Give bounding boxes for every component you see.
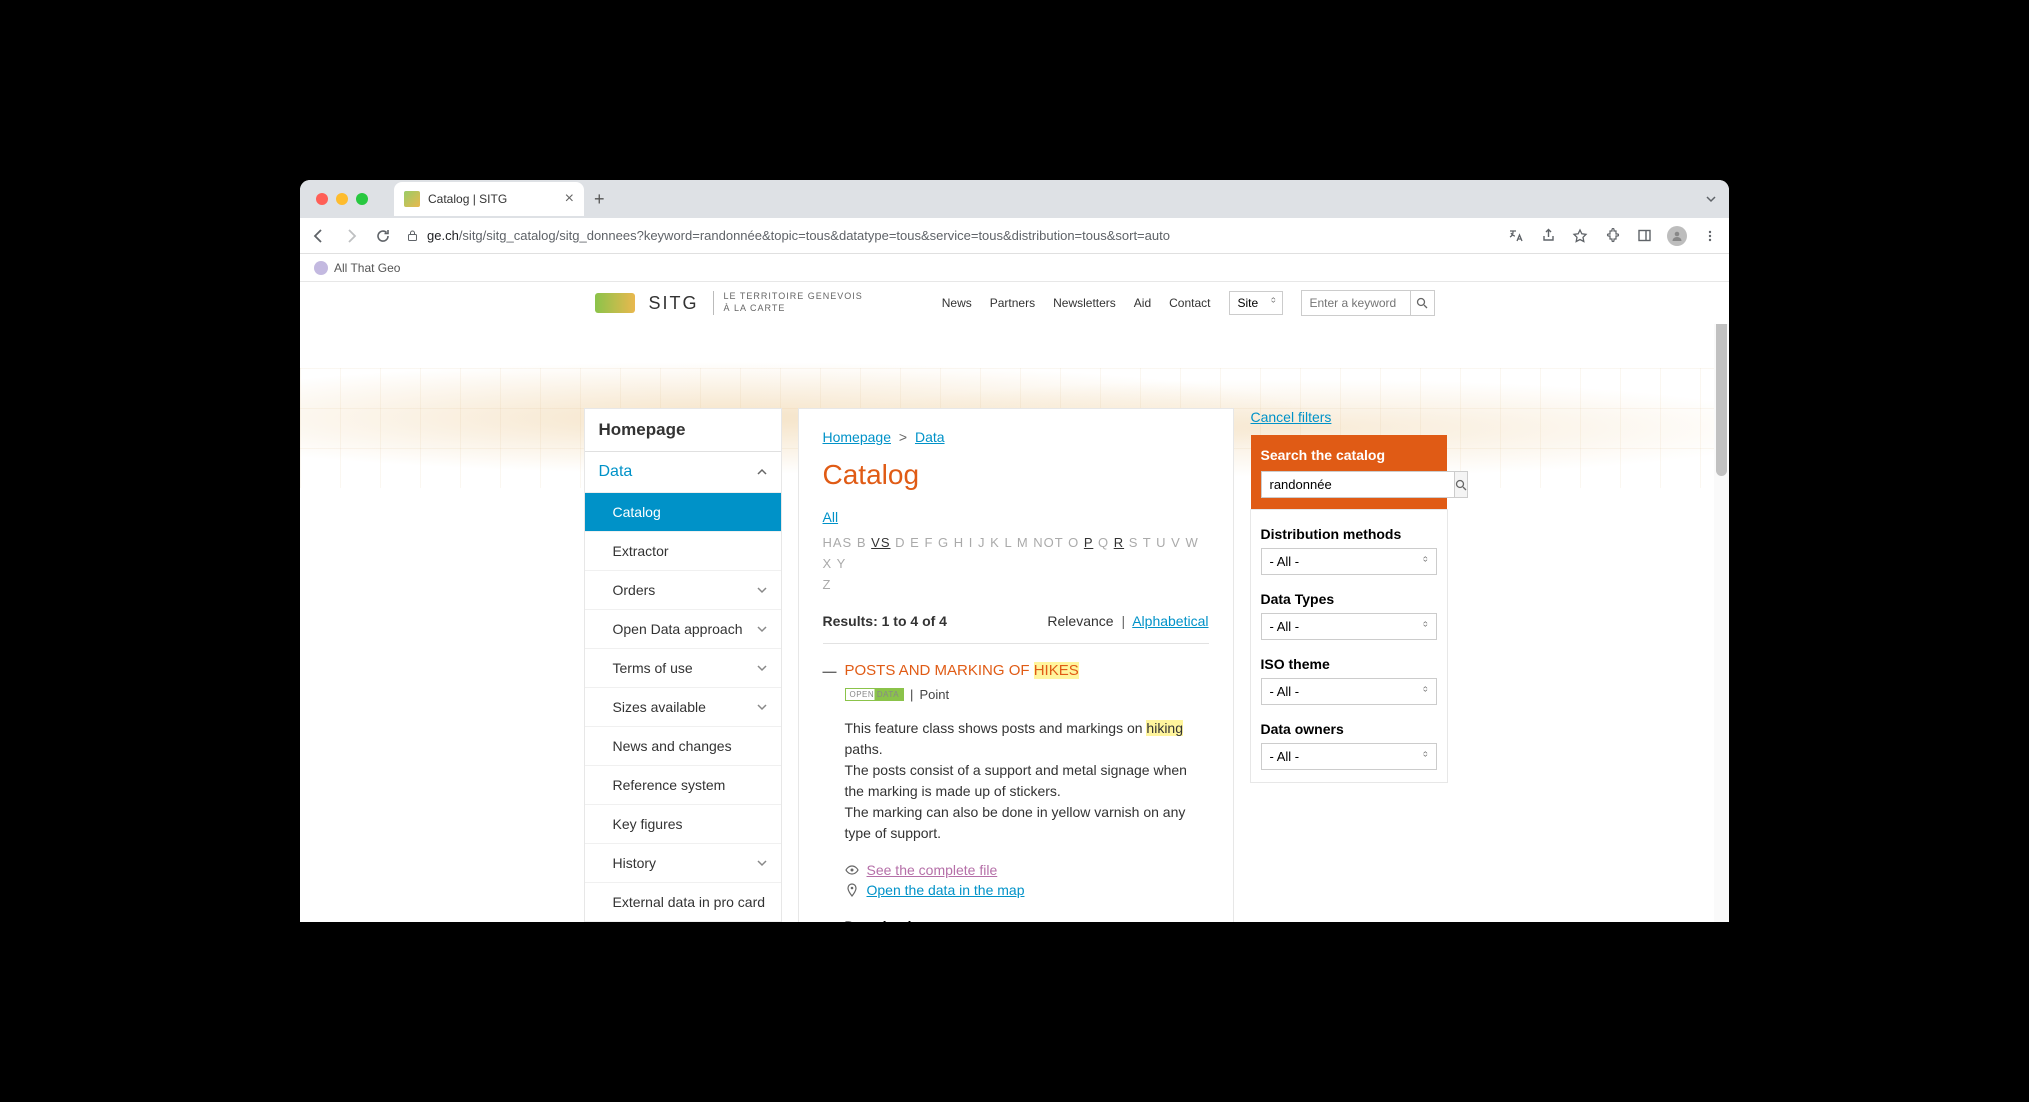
entry-description: This feature class shows posts and marki… xyxy=(845,718,1209,844)
sidepanel-icon[interactable] xyxy=(1635,227,1653,245)
breadcrumb-current[interactable]: Data xyxy=(915,429,945,445)
sidebar-item-reference[interactable]: Reference system xyxy=(585,766,781,805)
cancel-filters[interactable]: Cancel filters xyxy=(1251,409,1447,425)
link-open-map[interactable]: Open the data in the map xyxy=(867,882,1025,898)
opendata-badge: OPEN DATA xyxy=(845,688,905,701)
header-search-input[interactable] xyxy=(1301,290,1411,316)
breadcrumb-home[interactable]: Homepage xyxy=(823,429,892,445)
filter-isotheme-select[interactable]: - All - xyxy=(1261,678,1437,705)
close-tab-icon[interactable]: × xyxy=(565,191,574,207)
catalog-search-button[interactable] xyxy=(1455,471,1468,498)
new-tab-button[interactable]: + xyxy=(594,189,605,210)
map-pin-icon xyxy=(845,883,859,897)
link-complete-file[interactable]: See the complete file xyxy=(867,862,998,878)
nav-partners[interactable]: Partners xyxy=(990,296,1035,310)
filter-distribution-select[interactable]: - All - xyxy=(1261,548,1437,575)
alpha-r[interactable]: R xyxy=(1114,535,1124,550)
nav-aid[interactable]: Aid xyxy=(1134,296,1151,310)
filter-dataowners-label: Data owners xyxy=(1261,721,1437,737)
filter-datatypes-label: Data Types xyxy=(1261,591,1437,607)
sidebar: Homepage Data Catalog Extractor Orders xyxy=(585,409,781,922)
results-count: Results: 1 to 4 of 4 xyxy=(823,613,947,629)
bookmark-favicon-icon xyxy=(314,261,328,275)
address-bar[interactable]: ge.ch /sitg/sitg_catalog/sitg_donnees?ke… xyxy=(406,228,1493,243)
sidebar-item-catalog[interactable]: Catalog xyxy=(585,493,781,532)
alpha-p[interactable]: P xyxy=(1084,535,1093,550)
close-window-icon[interactable] xyxy=(316,193,328,205)
logo-text: SITG xyxy=(649,293,699,314)
sidebar-item-orders[interactable]: Orders xyxy=(585,571,781,610)
favicon-icon xyxy=(404,191,420,207)
scrollbar[interactable] xyxy=(1714,282,1729,922)
result-entry: — POSTS AND MARKING OF HIKES OPEN DATA |… xyxy=(823,662,1209,922)
sidebar-homepage[interactable]: Homepage xyxy=(585,409,781,452)
alpha-vs[interactable]: VS xyxy=(871,535,890,550)
lock-icon xyxy=(406,229,419,242)
share-icon[interactable] xyxy=(1539,227,1557,245)
nav-news[interactable]: News xyxy=(942,296,972,310)
sort-relevance: Relevance xyxy=(1047,613,1113,629)
back-button[interactable] xyxy=(310,227,328,245)
chevron-down-icon xyxy=(757,858,767,868)
collapse-icon[interactable]: — xyxy=(823,662,835,680)
bookmark-star-icon[interactable] xyxy=(1571,227,1589,245)
download-heading: Download xyxy=(845,918,1209,922)
url-path: /sitg/sitg_catalog/sitg_donnees?keyword=… xyxy=(459,228,1170,243)
logo-subtitle: LE TERRITOIRE GENEVOIS À LA CARTE xyxy=(713,291,863,314)
catalog-search-box: Search the catalog xyxy=(1251,435,1447,510)
reload-button[interactable] xyxy=(374,227,392,245)
chevron-down-icon xyxy=(757,663,767,673)
chevron-down-icon xyxy=(757,702,767,712)
entry-type: Point xyxy=(919,687,949,702)
chevron-down-icon xyxy=(757,585,767,595)
translate-icon[interactable] xyxy=(1507,227,1525,245)
sort-alphabetical[interactable]: Alphabetical xyxy=(1132,613,1208,629)
sidebar-item-terms[interactable]: Terms of use xyxy=(585,649,781,688)
main-content: Homepage > Data Catalog All HAS B VS D E… xyxy=(799,409,1233,922)
site-select[interactable]: Site xyxy=(1229,291,1283,315)
filter-isotheme-label: ISO theme xyxy=(1261,656,1437,672)
window-controls xyxy=(306,193,378,205)
forward-button[interactable] xyxy=(342,227,360,245)
breadcrumb: Homepage > Data xyxy=(823,429,1209,445)
sidebar-item-history[interactable]: History xyxy=(585,844,781,883)
eye-icon xyxy=(845,863,859,877)
site-logo[interactable]: SITG LE TERRITOIRE GENEVOIS À LA CARTE xyxy=(595,291,863,314)
filter-distribution-label: Distribution methods xyxy=(1261,526,1437,542)
header-search-button[interactable] xyxy=(1411,290,1435,316)
page-title: Catalog xyxy=(823,459,1209,491)
minimize-window-icon[interactable] xyxy=(336,193,348,205)
sidebar-item-sizes[interactable]: Sizes available xyxy=(585,688,781,727)
search-catalog-label: Search the catalog xyxy=(1261,447,1437,463)
nav-contact[interactable]: Contact xyxy=(1169,296,1210,310)
nav-newsletters[interactable]: Newsletters xyxy=(1053,296,1116,310)
sidebar-item-opendata[interactable]: Open Data approach xyxy=(585,610,781,649)
sidebar-item-news[interactable]: News and changes xyxy=(585,727,781,766)
catalog-search-input[interactable] xyxy=(1261,471,1455,498)
chevron-down-icon xyxy=(757,624,767,634)
entry-title[interactable]: POSTS AND MARKING OF HIKES xyxy=(845,662,1079,679)
kebab-menu-icon[interactable] xyxy=(1701,227,1719,245)
chevron-up-icon xyxy=(757,467,767,477)
alpha-filter: HAS B VS D E F G H I J K L M NOT O P Q xyxy=(823,533,1209,595)
sidebar-item-keyfigures[interactable]: Key figures xyxy=(585,805,781,844)
sidebar-item-external[interactable]: External data in pro card xyxy=(585,883,781,922)
browser-chrome: Catalog | SITG × + ge.ch xyxy=(300,180,1729,282)
filter-all[interactable]: All xyxy=(823,509,839,525)
tab-title: Catalog | SITG xyxy=(428,192,507,206)
filter-datatypes-select[interactable]: - All - xyxy=(1261,613,1437,640)
extensions-icon[interactable] xyxy=(1603,227,1621,245)
sidebar-data[interactable]: Data xyxy=(585,452,781,493)
browser-tab[interactable]: Catalog | SITG × xyxy=(394,182,584,216)
tab-dropdown-icon[interactable] xyxy=(1705,193,1717,205)
maximize-window-icon[interactable] xyxy=(356,193,368,205)
filter-dataowners-select[interactable]: - All - xyxy=(1261,743,1437,770)
sidebar-item-extractor[interactable]: Extractor xyxy=(585,532,781,571)
logo-icon xyxy=(595,293,635,313)
url-domain: ge.ch xyxy=(427,228,459,243)
bookmark-link[interactable]: All That Geo xyxy=(334,261,400,275)
profile-avatar[interactable] xyxy=(1667,226,1687,246)
filters-panel: Cancel filters Search the catalog Distri… xyxy=(1251,409,1447,922)
